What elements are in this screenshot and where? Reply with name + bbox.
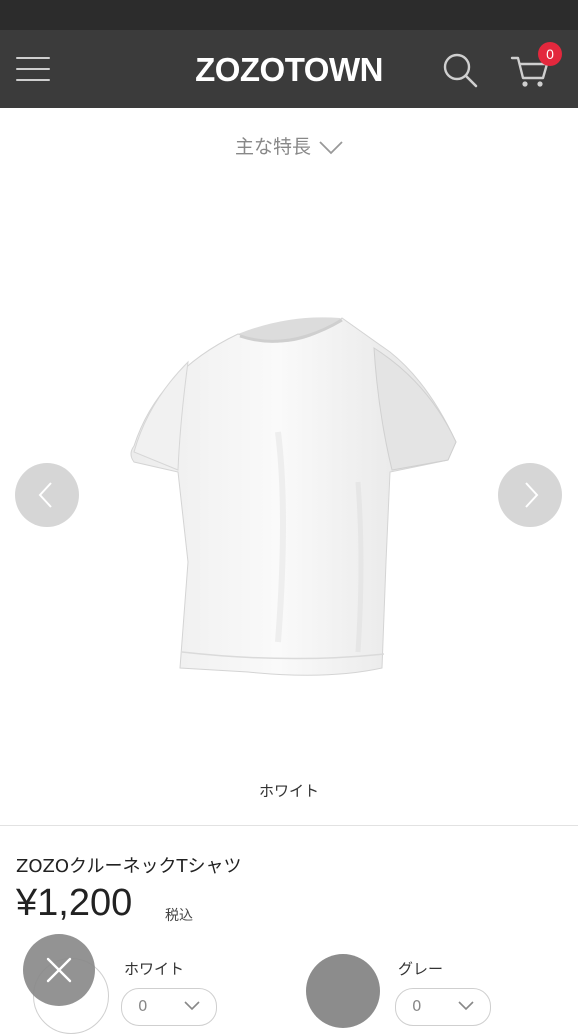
chevron-down-icon [458, 1001, 474, 1011]
color-swatch-gray[interactable] [306, 954, 380, 1028]
chevron-left-icon [38, 482, 52, 508]
product-price: ¥1,200 [16, 882, 133, 924]
previous-image-button[interactable] [15, 463, 79, 527]
site-logo[interactable]: ZOZOTOWN [0, 51, 578, 89]
variant-color-name-gray: グレー [398, 960, 444, 978]
cart-count-badge: 0 [538, 42, 562, 66]
tax-included-label: 税込 [165, 908, 193, 924]
next-image-button[interactable] [498, 463, 562, 527]
quantity-value: 0 [138, 997, 148, 1015]
product-image[interactable] [128, 312, 458, 684]
white-tshirt-image [130, 317, 457, 676]
search-icon[interactable] [440, 50, 480, 90]
chevron-down-icon [184, 1001, 200, 1011]
quantity-select-white[interactable]: 0 [121, 988, 217, 1026]
quantity-value: 0 [412, 997, 422, 1015]
chevron-right-icon [525, 482, 539, 508]
cart-button[interactable]: 0 [508, 42, 562, 92]
quantity-select-gray[interactable]: 0 [395, 988, 491, 1026]
close-button[interactable] [23, 934, 95, 1006]
product-name: ZOZOクルーネックTシャツ [16, 856, 242, 877]
features-label: 主な特長 [234, 136, 311, 158]
features-toggle[interactable]: 主な特長 [0, 132, 578, 159]
close-icon [46, 957, 72, 983]
top-navigation-bar: ZOZOTOWN 0 [0, 30, 578, 108]
image-color-caption: ホワイト [258, 782, 319, 800]
variant-color-name-white: ホワイト [124, 960, 185, 978]
divider [0, 825, 578, 826]
chevron-down-icon [319, 140, 343, 154]
status-bar [0, 0, 578, 30]
